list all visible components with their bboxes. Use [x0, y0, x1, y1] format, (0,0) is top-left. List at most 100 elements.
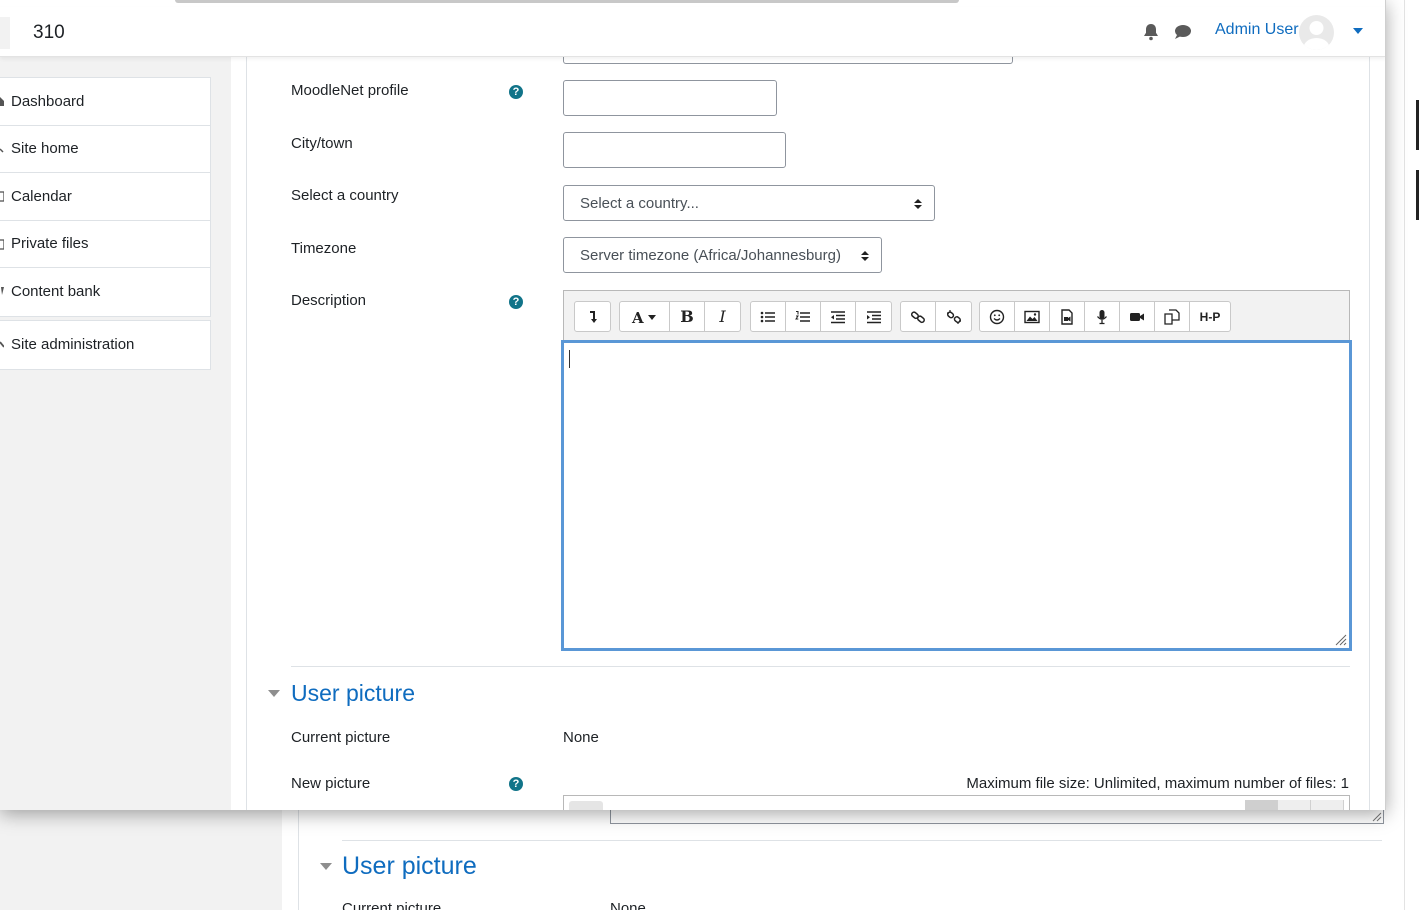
record-video-icon[interactable]: [1120, 302, 1155, 331]
bold-glyph: B: [680, 307, 694, 326]
drawer-toggle-stub[interactable]: [0, 17, 10, 49]
sitehome-icon: [0, 147, 4, 153]
view-tree-button[interactable]: [1311, 800, 1344, 810]
unordered-list-icon[interactable]: [751, 302, 786, 331]
file-limit-text: Maximum file size: Unlimited, maximum nu…: [966, 775, 1349, 792]
previous-field-bottom[interactable]: [563, 57, 1013, 64]
add-file-button[interactable]: [569, 801, 603, 810]
manage-files-icon[interactable]: [1155, 302, 1190, 331]
background-sidebar: [0, 810, 282, 910]
sidebar-item-site-home[interactable]: Site home: [0, 126, 210, 173]
text-cursor: [569, 350, 570, 368]
background-right-edge: [1404, 0, 1419, 910]
link-icon[interactable]: [901, 302, 936, 331]
outdent-icon[interactable]: [821, 302, 856, 331]
chat-icon[interactable]: [1174, 24, 1192, 40]
bell-icon[interactable]: [1143, 23, 1159, 41]
emoji-icon[interactable]: [980, 302, 1015, 331]
country-select[interactable]: Select a country...: [563, 185, 935, 221]
bank-icon: [1, 287, 4, 295]
toolbar-group-lists: [750, 301, 892, 332]
city-town-input[interactable]: [563, 132, 786, 168]
help-icon[interactable]: ?: [509, 295, 523, 309]
toolbar-group-links: [900, 301, 972, 332]
new-picture-label: New picture: [291, 775, 371, 792]
unlink-icon[interactable]: [936, 302, 971, 331]
browser-window: 310 Admin User Dashboard Site home Calen…: [0, 0, 1386, 810]
image-icon[interactable]: [1015, 302, 1050, 331]
svg-text:A: A: [631, 309, 644, 325]
nav-group-admin: Site administration: [0, 320, 211, 370]
select-arrows-icon: [861, 251, 869, 261]
background-section-title: User picture: [342, 852, 477, 880]
timezone-label: Timezone: [291, 240, 357, 257]
top-navbar: 310 Admin User: [0, 7, 1385, 57]
calendar-icon: [0, 191, 4, 202]
file-icon: [0, 238, 4, 250]
sidebar-item-content-bank[interactable]: Content bank: [0, 268, 210, 316]
sidebar-item-label: Content bank: [11, 283, 101, 301]
italic-icon[interactable]: I: [705, 302, 740, 331]
record-audio-icon[interactable]: [1085, 302, 1120, 331]
home-icon: [0, 97, 4, 106]
country-select-value: Select a country...: [580, 194, 699, 212]
toolbar-group-style: A B I: [619, 301, 741, 332]
collapse-caret-icon[interactable]: [268, 690, 280, 697]
current-picture-label: Current picture: [291, 729, 391, 746]
background-divider: [342, 840, 1382, 841]
timezone-select[interactable]: Server timezone (Africa/Johannesburg): [563, 237, 882, 273]
section-user-picture[interactable]: User picture: [268, 680, 415, 707]
sidebar-item-label: Private files: [11, 235, 89, 253]
background-resize-grip-icon: [1372, 812, 1382, 822]
description-label: Description: [291, 292, 367, 309]
view-icons-button[interactable]: [1245, 800, 1278, 810]
toolbar-group-collapse: [574, 301, 611, 332]
h5p-glyph: H-P: [1199, 309, 1221, 324]
toolbar-group-insert: H-P: [979, 301, 1231, 332]
description-editor[interactable]: [561, 340, 1352, 651]
city-town-label: City/town: [291, 135, 353, 152]
timezone-select-value: Server timezone (Africa/Johannesburg): [580, 246, 841, 264]
indent-icon[interactable]: [856, 302, 891, 331]
section-divider: [291, 666, 1350, 667]
editor-toolbar: A B I H-P: [563, 290, 1350, 340]
background-editor-bottom: [610, 810, 1384, 824]
window-top-edge: [175, 0, 959, 3]
font-style-icon[interactable]: A: [620, 302, 670, 331]
nav-drawer: Dashboard Site home Calendar Private fil…: [0, 57, 231, 810]
sidebar-item-label: Dashboard: [11, 92, 85, 110]
file-picker[interactable]: [563, 795, 1350, 810]
background-current-picture-label: Current picture: [342, 900, 442, 910]
bold-icon[interactable]: B: [670, 302, 705, 331]
sidebar-item-private-files[interactable]: Private files: [0, 221, 210, 268]
wrench-icon: [0, 341, 4, 348]
help-icon[interactable]: ?: [509, 777, 523, 791]
view-list-button[interactable]: [1278, 800, 1311, 810]
sidebar-item-label: Calendar: [11, 187, 72, 205]
avatar-silhouette-icon: [1303, 21, 1330, 50]
sidebar-item-label: Site administration: [11, 336, 135, 354]
file-view-toggles: [1245, 800, 1345, 810]
resize-grip-icon[interactable]: [1335, 634, 1347, 646]
sidebar-item-label: Site home: [11, 140, 79, 158]
h5p-icon[interactable]: H-P: [1190, 302, 1230, 331]
help-icon[interactable]: ?: [509, 85, 523, 99]
avatar[interactable]: [1299, 15, 1334, 50]
moodlenet-profile-input[interactable]: [563, 80, 777, 116]
select-arrows-icon: [914, 199, 922, 209]
moodlenet-profile-label: MoodleNet profile: [291, 82, 409, 99]
background-collapse-caret-icon: [320, 863, 332, 870]
site-brand[interactable]: 310: [33, 22, 65, 44]
user-menu-caret-icon[interactable]: [1353, 28, 1363, 34]
ordered-list-icon[interactable]: [786, 302, 821, 331]
media-icon[interactable]: [1050, 302, 1085, 331]
sidebar-item-calendar[interactable]: Calendar: [0, 173, 210, 221]
background-current-picture-value: None: [610, 900, 646, 910]
sidebar-item-site-administration[interactable]: Site administration: [0, 321, 210, 369]
sidebar-item-dashboard[interactable]: Dashboard: [0, 78, 210, 126]
nav-group-main: Dashboard Site home Calendar Private fil…: [0, 77, 211, 317]
current-picture-value: None: [563, 729, 599, 746]
collapse-icon[interactable]: [575, 302, 610, 331]
section-title[interactable]: User picture: [291, 680, 415, 707]
user-name[interactable]: Admin User: [1215, 21, 1299, 39]
